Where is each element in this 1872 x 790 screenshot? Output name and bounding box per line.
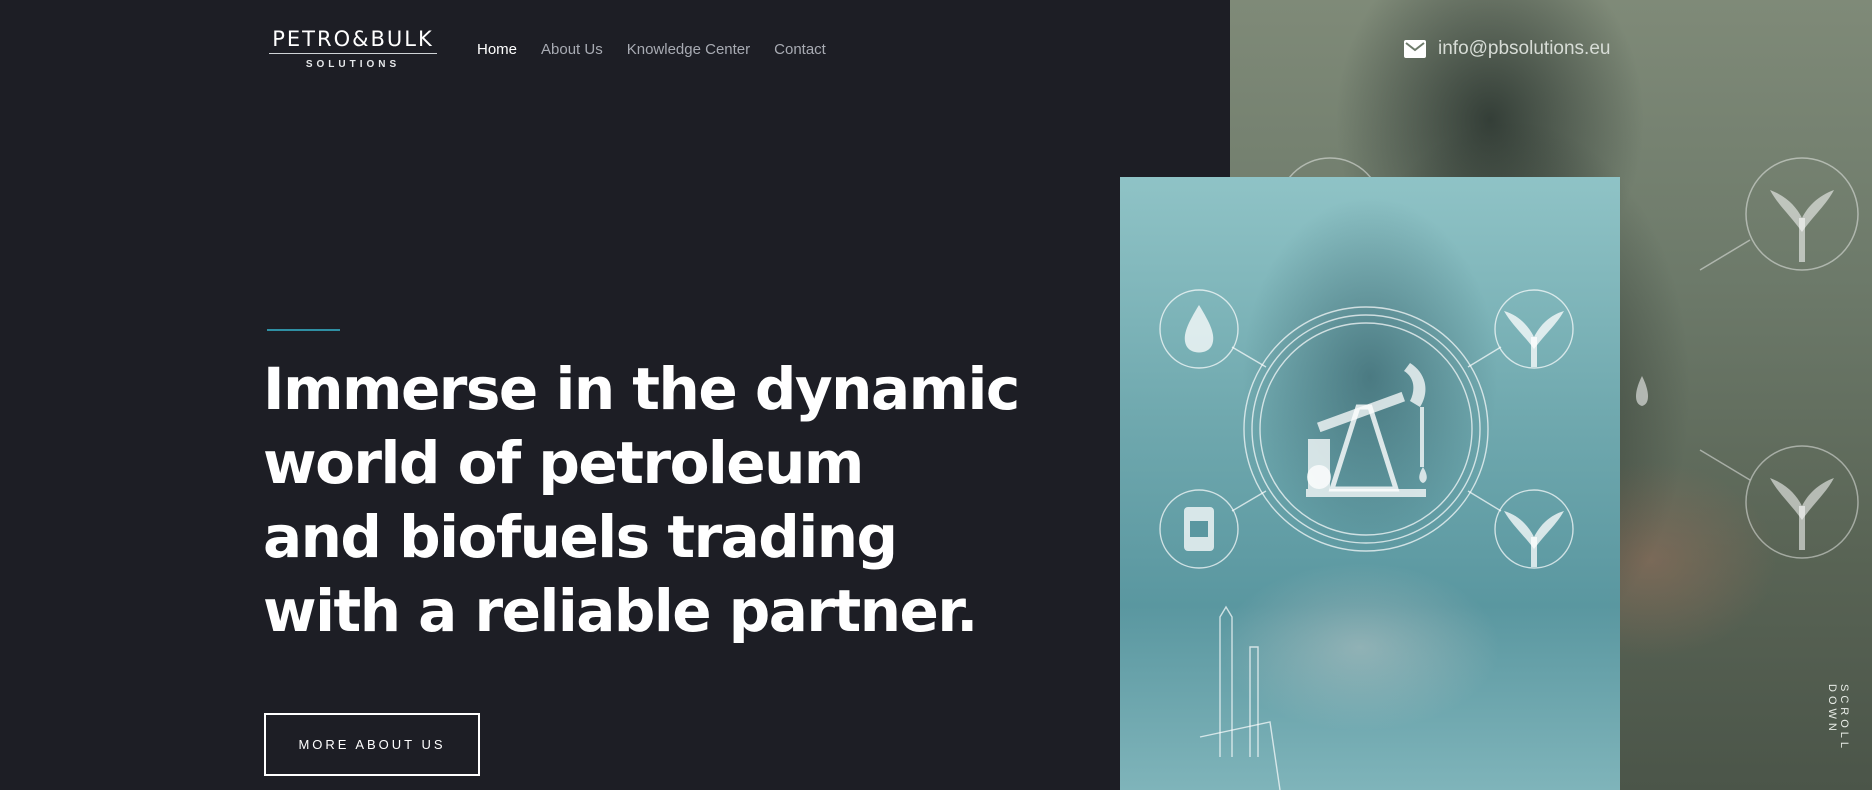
email-link[interactable]: info@pbsolutions.eu [1404, 38, 1610, 60]
main-nav: Home About Us Knowledge Center Contact [477, 41, 850, 58]
nav-item-about-us[interactable]: About Us [541, 41, 603, 58]
hero-accent-line [267, 329, 340, 331]
nav-item-contact[interactable]: Contact [774, 41, 826, 58]
mail-icon [1404, 40, 1426, 58]
logo[interactable]: PETRO&BULK SOLUTIONS [269, 28, 437, 74]
hero-title-line: Immerse in the dynamic [263, 355, 1020, 423]
logo-subtitle: SOLUTIONS [305, 59, 401, 70]
nav-item-knowledge-center[interactable]: Knowledge Center [627, 41, 750, 58]
hero-photo [1120, 177, 1620, 790]
more-about-us-button[interactable]: MORE ABOUT US [264, 713, 480, 776]
hero-title-line: with a reliable partner. [263, 577, 978, 645]
logo-divider [269, 53, 437, 54]
energy-icons-illustration [1159, 289, 1574, 790]
nav-item-home[interactable]: Home [477, 41, 517, 58]
email-address: info@pbsolutions.eu [1438, 38, 1611, 59]
logo-wordmark: PETRO&BULK [272, 27, 434, 51]
hero-title-line: and biofuels trading [263, 503, 898, 571]
hero-title-line: world of petroleum [263, 429, 864, 497]
scroll-down-link[interactable]: SCROLL DOWN [1826, 684, 1850, 790]
hero-title: Immerse in the dynamic world of petroleu… [263, 352, 1020, 648]
